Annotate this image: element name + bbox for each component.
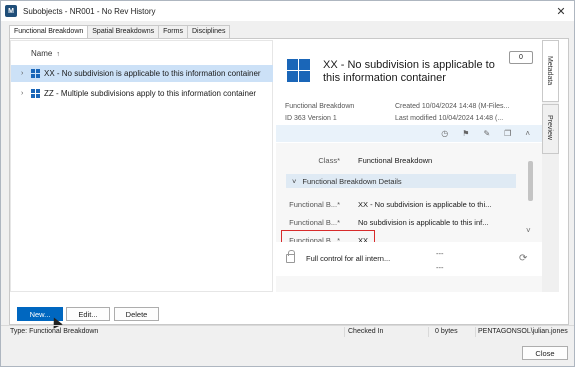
side-tab-strip: Metadata Preview	[542, 40, 559, 292]
comments-badge[interactable]: 0	[509, 51, 533, 64]
list-item[interactable]: › ZZ - Multiple subdivisions apply to th…	[11, 85, 273, 102]
property-label: Class*	[318, 155, 340, 165]
delete-button[interactable]: Delete	[114, 307, 159, 321]
permission-value: ---	[436, 263, 444, 272]
status-type: Type: Functional Breakdown	[7, 327, 345, 337]
window-title: Subobjects - NR001 - No Rev History	[23, 6, 156, 16]
expand-chevron-icon[interactable]: ›	[21, 90, 31, 97]
object-list: Name ↑ › XX - No subdivision is applicabl…	[10, 40, 273, 292]
property-value: No subdivision is applicable to this inf…	[358, 217, 489, 227]
lock-icon	[286, 250, 295, 263]
m-files-icon: M	[5, 5, 17, 17]
expand-chevron-icon[interactable]: ›	[21, 70, 31, 77]
created-info: Created 10/04/2024 14:48 (M-Files...	[395, 103, 510, 110]
object-meta-right: Created 10/04/2024 14:48 (M-Files... Las…	[395, 101, 535, 125]
status-bar: Type: Functional Breakdown Checked In 0 …	[1, 325, 574, 337]
copy-icon[interactable]: ❐	[504, 129, 511, 138]
sort-ascending-icon: ↑	[56, 51, 60, 58]
permissions-text: Full control for all intern...	[306, 254, 391, 263]
workflow-icon[interactable]: ⟳	[519, 253, 527, 264]
object-type-icon	[287, 59, 310, 82]
object-meta-left: Functional Breakdown ID 363 Version 1	[285, 101, 354, 125]
list-item[interactable]: › XX - No subdivision is applicable to t…	[11, 65, 273, 82]
scroll-down-icon[interactable]: ˅	[526, 226, 531, 235]
tab-disciplines[interactable]: Disciplines	[186, 25, 231, 38]
column-header-label: Name	[31, 49, 53, 58]
status-size: 0 bytes	[432, 327, 476, 337]
side-tab-metadata[interactable]: Metadata	[542, 40, 559, 102]
close-button[interactable]: Close	[522, 346, 568, 360]
tab-forms[interactable]: Forms	[158, 25, 188, 38]
property-value: XX - No subdivision is applicable to thi…	[358, 199, 492, 209]
title-bar: M Subobjects - NR001 - No Rev History ✕	[1, 1, 574, 21]
property-row[interactable]: Functional B...* No subdivision is appli…	[276, 213, 526, 231]
tab-functional-breakdown[interactable]: Functional Breakdown	[9, 25, 89, 39]
tab-spatial-breakdowns[interactable]: Spatial Breakdowns	[87, 25, 160, 38]
pin-icon[interactable]: ✎	[483, 129, 490, 138]
side-tab-label: Preview	[546, 115, 553, 140]
status-user: PENTAGONSOL\julian.jones	[478, 328, 568, 335]
property-label: Functional B...*	[289, 199, 340, 209]
status-checked: Checked In	[345, 327, 429, 337]
metadata-toolbar: ◷ ⚑ ✎ ❐ ˄	[276, 125, 542, 142]
side-tab-preview[interactable]: Preview	[542, 104, 559, 154]
close-window-icon[interactable]: ✕	[554, 4, 568, 18]
metadata-pane: XX - No subdivision is applicable to thi…	[276, 40, 542, 292]
flag-icon[interactable]: ⚑	[462, 129, 469, 138]
property-value: Functional Breakdown	[358, 155, 433, 165]
breakdown-icon	[31, 69, 40, 78]
breakdown-icon	[31, 89, 40, 98]
section-chevron-icon: ˅	[292, 176, 297, 186]
column-header-name[interactable]: Name ↑	[31, 49, 60, 58]
list-item-label: XX - No subdivision is applicable to thi…	[44, 69, 261, 78]
side-tab-label: Metadata	[546, 56, 553, 86]
section-label: Functional Breakdown Details	[302, 176, 402, 186]
permissions-row[interactable]: Full control for all intern... --- --- ⟳	[276, 242, 542, 276]
subobjects-dialog: M Subobjects - NR001 - No Rev History ✕ …	[0, 0, 575, 367]
permission-value: ---	[436, 249, 444, 258]
property-row[interactable]: Functional B...* XX - No subdivision is …	[276, 195, 526, 213]
scrollbar-thumb[interactable]	[528, 161, 533, 201]
list-item-label: ZZ - Multiple subdivisions apply to this…	[44, 89, 257, 98]
property-class[interactable]: Class* Functional Breakdown	[276, 151, 526, 169]
tab-strip: Functional Breakdown Spatial Breakdowns …	[9, 25, 231, 39]
object-class-text: Functional Breakdown	[285, 103, 355, 110]
section-functional-breakdown-details[interactable]: ˅ Functional Breakdown Details	[286, 174, 516, 188]
property-label: Functional B...*	[289, 217, 340, 227]
modified-info: Last modified 10/04/2024 14:48 (...	[395, 115, 504, 122]
object-title: XX - No subdivision is applicable to thi…	[323, 59, 495, 84]
collapse-up-icon[interactable]: ˄	[525, 129, 530, 138]
edit-button[interactable]: Edit...	[66, 307, 110, 321]
history-icon[interactable]: ◷	[441, 129, 448, 138]
object-id-version: ID 363 Version 1	[285, 115, 337, 122]
